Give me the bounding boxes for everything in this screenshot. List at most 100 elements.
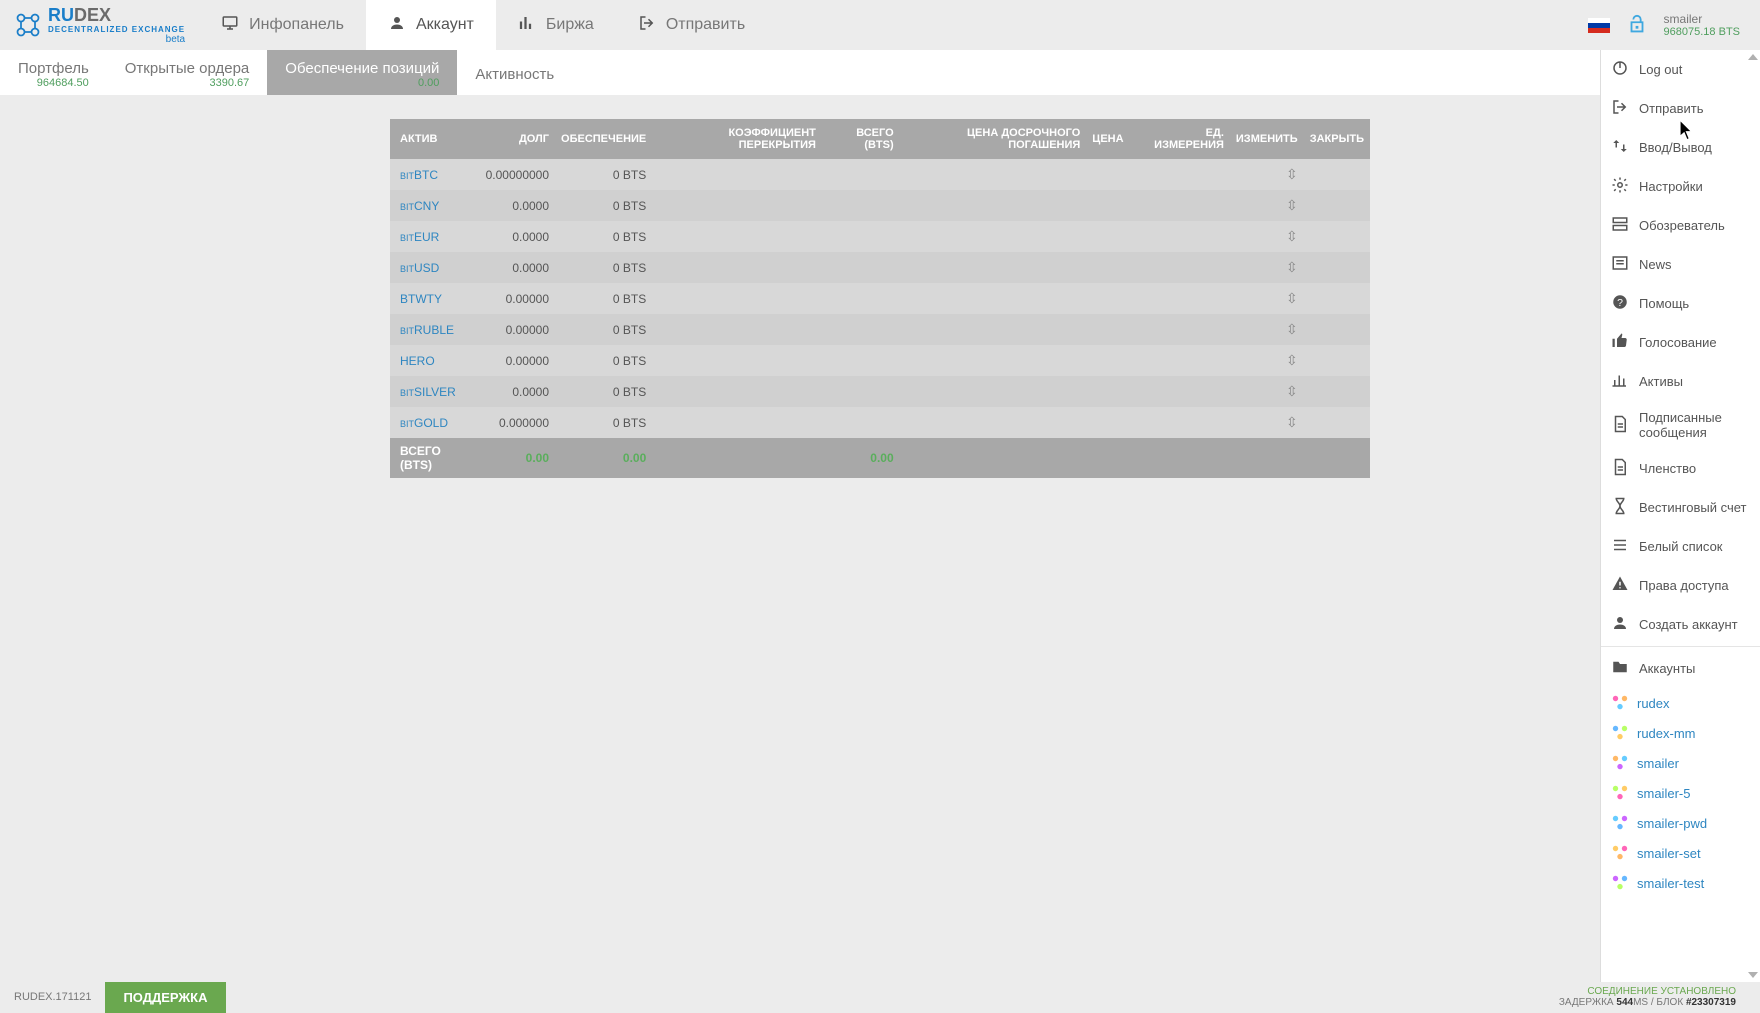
sidebar-item-4[interactable]: Обозреватель [1601,206,1760,245]
nav-tabs: ИнфопанельАккаунтБиржаОтправить [199,0,767,50]
sidebar-item-6[interactable]: ?Помощь [1601,284,1760,323]
help-icon: ? [1611,293,1631,314]
footer-debt: 0.00 [480,438,555,478]
adjust-icon[interactable]: ⇳ [1286,414,1298,430]
sidebar-item-3[interactable]: Настройки [1601,167,1760,206]
footer-coll: 0.00 [555,438,652,478]
account-link-smailer-5[interactable]: smailer-5 [1601,778,1760,808]
subtabs: Портфель964684.50Открытые ордера3390.67О… [0,50,1760,95]
asset-link[interactable]: BITEUR [400,230,439,244]
warn-icon [1611,575,1631,596]
avatar-icon [1611,754,1629,772]
flag-icon[interactable] [1588,18,1610,33]
asset-link[interactable]: BITRUBLE [400,323,454,337]
unlock-icon[interactable] [1626,12,1648,38]
account-link-smailer-set[interactable]: smailer-set [1601,838,1760,868]
footer-total: 0.00 [822,438,900,478]
asset-link[interactable]: BITUSD [400,261,439,275]
subtab-1[interactable]: Открытые ордера3390.67 [107,50,268,95]
asset-link[interactable]: HERO [400,354,435,368]
col-6: ЦЕНА [1086,119,1129,159]
account-link-smailer-test[interactable]: smailer-test [1601,868,1760,898]
doc-icon [1611,415,1631,436]
table-row: BITCNY0.00000 BTS⇳ [390,190,1370,221]
col-9: ЗАКРЫТЬ [1304,119,1370,159]
table-row: BITSILVER0.00000 BTS⇳ [390,376,1370,407]
asset-link[interactable]: BITBTC [400,168,438,182]
sidebar-item-11[interactable]: Вестинговый счет [1601,488,1760,527]
latency-info: ЗАДЕРЖКА 544MS / БЛОК #23307319 [1559,997,1736,1008]
sidebar-item-5[interactable]: News [1601,245,1760,284]
adjust-icon[interactable]: ⇳ [1286,321,1298,337]
table-wrap: АКТИВДОЛГОБЕСПЕЧЕНИЕКОЭФФИЦИЕНТ ПЕРЕКРЫТ… [390,95,1370,478]
col-5: ЦЕНА ДОСРОЧНОГО ПОГАШЕНИЯ [900,119,1087,159]
adjust-icon[interactable]: ⇳ [1286,197,1298,213]
logo[interactable]: RUDEX DECENTRALIZED EXCHANGE beta [0,5,199,45]
nav-tab-1[interactable]: Аккаунт [366,0,496,50]
account-name: smailer [1664,12,1703,26]
subtab-2[interactable]: Обеспечение позиций0.00 [267,50,457,95]
server-icon [1611,215,1631,236]
table-row: BITUSD0.00000 BTS⇳ [390,252,1370,283]
sidebar-item-14[interactable]: Создать аккаунт [1601,605,1760,644]
scroll-up-icon[interactable] [1748,54,1758,60]
account-link-rudex-mm[interactable]: rudex-mm [1601,718,1760,748]
avatar-icon [1611,694,1629,712]
nav-tab-3[interactable]: Отправить [616,0,767,50]
support-button[interactable]: ПОДДЕРЖКА [105,982,225,1013]
logo-icon [14,11,42,39]
table-row: BTWTY0.000000 BTS⇳ [390,283,1370,314]
asset-link[interactable]: BITSILVER [400,385,456,399]
col-0: АКТИВ [390,119,480,159]
news-icon [1611,254,1631,275]
account-link-smailer[interactable]: smailer [1601,748,1760,778]
col-4: ВСЕГО (BTS) [822,119,900,159]
table-row: BITBTC0.000000000 BTS⇳ [390,159,1370,190]
col-1: ДОЛГ [480,119,555,159]
adjust-icon[interactable]: ⇳ [1286,259,1298,275]
account-link-rudex[interactable]: rudex [1601,688,1760,718]
table-row: BITRUBLE0.000000 BTS⇳ [390,314,1370,345]
asset-link[interactable]: BTWTY [400,292,442,306]
logo-text-ru: RU [48,5,74,25]
adjust-icon[interactable]: ⇳ [1286,290,1298,306]
hourglass-icon [1611,497,1631,518]
sidebar-item-0[interactable]: Log out [1601,50,1760,89]
header-right: smailer 968075.18 BTS [1588,12,1760,38]
thumb-icon [1611,332,1631,353]
sidebar-item-10[interactable]: Членство [1601,449,1760,488]
account-link-smailer-pwd[interactable]: smailer-pwd [1601,808,1760,838]
col-7: ЕД. ИЗМЕРЕНИЯ [1130,119,1230,159]
sidebar-item-12[interactable]: Белый список [1601,527,1760,566]
avatar-icon [1611,844,1629,862]
sidebar-item-1[interactable]: Отправить [1601,89,1760,128]
nav-tab-2[interactable]: Биржа [496,0,616,50]
swap-icon [1611,137,1631,158]
monitor-icon [221,14,239,37]
asset-link[interactable]: BITCNY [400,199,439,213]
table-row: HERO0.000000 BTS⇳ [390,345,1370,376]
account-info[interactable]: smailer 968075.18 BTS [1664,12,1740,38]
avatar-icon [1611,814,1629,832]
adjust-icon[interactable]: ⇳ [1286,352,1298,368]
main: АКТИВДОЛГОБЕСПЕЧЕНИЕКОЭФФИЦИЕНТ ПЕРЕКРЫТ… [0,95,1760,982]
nav-tab-0[interactable]: Инфопанель [199,0,366,50]
sidebar-item-2[interactable]: Ввод/Вывод [1601,128,1760,167]
adjust-icon[interactable]: ⇳ [1286,383,1298,399]
sidebar-item-7[interactable]: Голосование [1601,323,1760,362]
sidebar-item-13[interactable]: Права доступа [1601,566,1760,605]
asset-link[interactable]: BITGOLD [400,416,448,430]
sidebar-item-8[interactable]: Активы [1601,362,1760,401]
col-2: ОБЕСПЕЧЕНИЕ [555,119,652,159]
chart-icon [518,14,536,37]
sidebar-item-9[interactable]: Подписанные сообщения [1601,401,1760,449]
adjust-icon[interactable]: ⇳ [1286,228,1298,244]
subtab-3[interactable]: Активность [457,50,572,95]
adjust-icon[interactable]: ⇳ [1286,166,1298,182]
scroll-down-icon[interactable] [1748,972,1758,978]
subtab-0[interactable]: Портфель964684.50 [0,50,107,95]
sidebar-item-15[interactable]: Аккаунты [1601,649,1760,688]
logout-icon [1611,98,1631,119]
power-icon [1611,59,1631,80]
table-header: АКТИВДОЛГОБЕСПЕЧЕНИЕКОЭФФИЦИЕНТ ПЕРЕКРЫТ… [390,119,1370,159]
